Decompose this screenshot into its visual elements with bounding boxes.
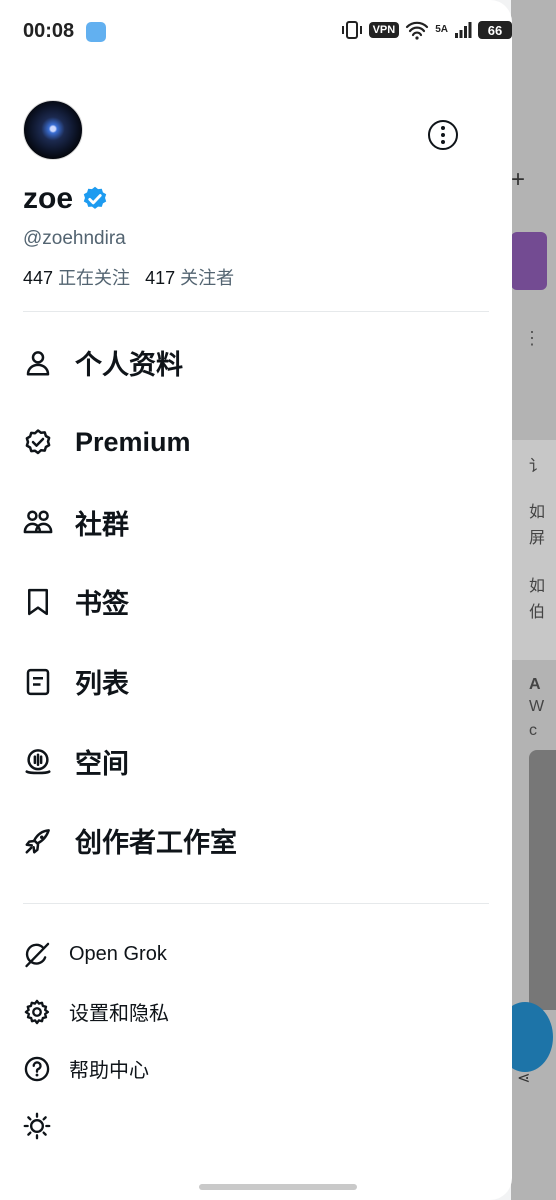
communities-icon [23, 510, 53, 534]
dot [441, 133, 445, 137]
help-icon [24, 1056, 50, 1081]
followers-link[interactable]: 417 关注者 [145, 268, 234, 288]
background-photo [529, 750, 556, 1010]
menu-item-spaces[interactable]: 空间 [23, 721, 493, 801]
dot [441, 126, 445, 130]
background-text: A [529, 676, 541, 693]
menu-label: 创作者工作室 [75, 828, 237, 859]
vpn-app-icon [86, 22, 106, 42]
menu-item-creator-studio[interactable]: 创作者工作室 [23, 801, 493, 881]
menu-item-lists[interactable]: 列表 [23, 642, 493, 722]
menu-item-help[interactable]: 帮助中心 [23, 1040, 493, 1097]
followers-count: 417 [145, 268, 176, 288]
home-indicator[interactable] [199, 1184, 357, 1190]
background-text: 讠 [529, 458, 546, 475]
wifi-icon [406, 21, 429, 40]
account-more-button[interactable] [428, 120, 458, 150]
background-text: 如 [529, 578, 546, 595]
following-count: 447 [23, 268, 54, 288]
list-icon [26, 668, 50, 695]
background-text: 如 [529, 504, 546, 521]
followers-label: 关注者 [180, 268, 235, 288]
following-label: 正在关注 [58, 268, 131, 288]
following-link[interactable]: 447 正在关注 [23, 268, 130, 288]
profile-avatar[interactable] [23, 100, 83, 160]
menu-item-bookmarks[interactable]: 书签 [23, 562, 493, 642]
secondary-menu: Open Grok 设置和隐私 帮助中心 [23, 926, 493, 1154]
menu-item-profile[interactable]: 个人资料 [23, 323, 493, 403]
follow-stats: 447 正在关注 417 关注者 [23, 264, 234, 290]
background-text: W [529, 698, 545, 715]
background-avatar [511, 232, 547, 290]
menu-label: 列表 [75, 669, 129, 700]
menu-label: 个人资料 [75, 350, 183, 381]
rocket-icon [25, 829, 50, 854]
premium-badge-icon [25, 428, 51, 454]
navigation-drawer: 00:08 VPN 5A 66 zoe @zoehndira 447 正在关注 … [0, 0, 512, 1200]
background-more-icon: ⋮ [523, 328, 541, 348]
menu-item-settings[interactable]: 设置和隐私 [23, 983, 493, 1040]
verified-badge-icon [83, 186, 107, 209]
divider [23, 311, 489, 312]
menu-item-premium[interactable]: Premium [23, 403, 493, 483]
background-compose-button [511, 1002, 553, 1072]
status-time: 00:08 [23, 20, 75, 42]
status-bar: 00:08 VPN 5A 66 [0, 0, 512, 60]
spaces-icon [25, 749, 51, 775]
menu-item-communities[interactable]: 社群 [23, 482, 493, 562]
vibrate-icon [341, 21, 362, 39]
network-label: 5A [435, 24, 448, 35]
display-theme-toggle[interactable] [23, 1097, 493, 1154]
menu-item-grok[interactable]: Open Grok [23, 926, 493, 983]
menu-label: 帮助中心 [69, 1060, 149, 1082]
profile-name-row[interactable]: zoe [23, 182, 109, 216]
menu-label: 设置和隐私 [69, 1003, 169, 1025]
profile-name: zoe [23, 182, 74, 215]
person-icon [26, 350, 50, 376]
background-text: 屏 [529, 530, 546, 547]
gear-icon [24, 999, 50, 1024]
profile-handle: @zoehndira [23, 228, 126, 249]
dot [441, 140, 445, 144]
background-text: 伯 [529, 604, 546, 621]
menu-label: Open Grok [69, 943, 167, 965]
status-icons: VPN 5A 66 [341, 20, 512, 40]
background-timeline: + ⋮ 讠 如 屏 如 伯 A W c ⋖ [511, 0, 556, 1200]
main-menu: 个人资料 Premium 社群 书签 列表 空间 创作者工作室 [23, 323, 493, 881]
background-share-icon: ⋖ [517, 1070, 531, 1087]
menu-label: 书签 [75, 589, 129, 620]
vpn-badge: VPN [368, 22, 400, 38]
bookmark-icon [28, 588, 48, 616]
menu-label: 空间 [75, 748, 129, 779]
battery-indicator: 66 [478, 21, 512, 39]
divider [23, 903, 489, 904]
menu-label: 社群 [75, 509, 129, 540]
menu-label: Premium [75, 427, 191, 458]
background-plus-icon: + [511, 166, 526, 193]
signal-icon [455, 22, 472, 38]
grok-icon [25, 942, 50, 967]
background-text: c [529, 722, 537, 739]
sun-icon [23, 1112, 51, 1139]
